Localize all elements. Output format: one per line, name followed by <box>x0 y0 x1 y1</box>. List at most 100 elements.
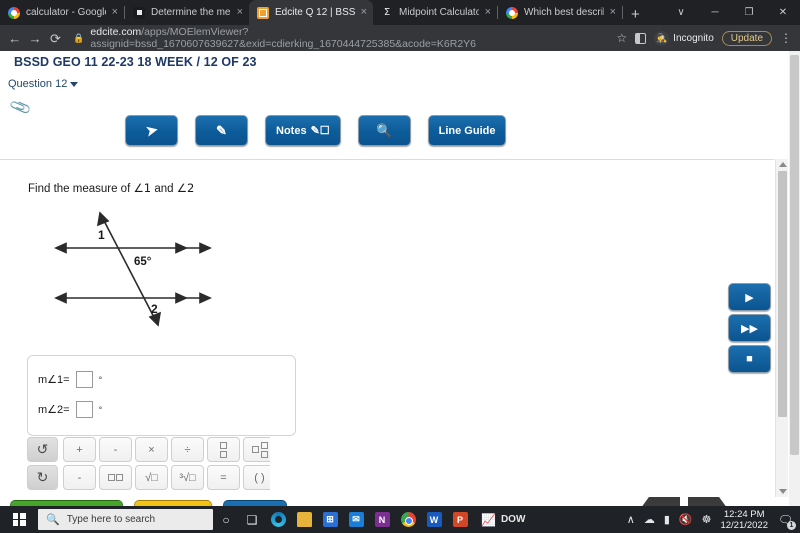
answer-input-1[interactable] <box>75 371 93 388</box>
inner-scrollbar-thumb[interactable] <box>778 171 787 417</box>
line-guide-button[interactable]: Line Guide <box>427 115 507 146</box>
stop-icon[interactable]: ■ <box>728 345 771 373</box>
browser-tab-5[interactable]: Which best describes t × <box>498 0 622 25</box>
notes-button[interactable]: Notes ✎☐ <box>265 115 341 146</box>
window-close-icon[interactable]: ✕ <box>766 0 800 25</box>
browser-menu-icon[interactable]: ⋮ <box>780 32 792 44</box>
page-scrollbar[interactable] <box>789 51 800 506</box>
stock-widget[interactable]: 📈 DOW <box>481 513 525 527</box>
screen: calculator - Google Se × Determine the m… <box>0 0 800 533</box>
answer-input-2[interactable] <box>75 401 93 418</box>
close-icon[interactable]: × <box>485 7 491 18</box>
address-bar[interactable]: 🔒 edcite.com/apps/MOElemViewer?assignid=… <box>69 26 609 50</box>
pointer-tool-button[interactable]: ➤ <box>125 115 178 146</box>
show-hidden-icons[interactable]: ∧ <box>627 513 635 526</box>
reload-icon[interactable]: ⟳ <box>49 32 62 45</box>
question-selector[interactable]: Question 12 <box>8 78 79 90</box>
prompt-text-before: Find the measure of <box>28 183 134 195</box>
key-plus[interactable]: + <box>63 437 96 462</box>
parallel-mark-top <box>175 242 188 254</box>
inner-scrollbar[interactable] <box>775 159 788 497</box>
arrowhead-right-top <box>199 242 212 254</box>
mail-icon[interactable]: ✉ <box>343 506 369 533</box>
side-panel-icon[interactable] <box>635 32 647 44</box>
new-tab-button[interactable]: + <box>623 7 648 25</box>
math-keypad: ↺ ↻ + - × ÷ - √□ ³√□ = () <box>27 437 270 493</box>
google-icon <box>8 6 20 19</box>
search-tabs-icon[interactable]: ∨ <box>664 0 698 25</box>
arrowhead-right-bottom <box>199 292 212 304</box>
scroll-up-icon[interactable] <box>779 162 787 167</box>
incognito-label: Incognito <box>673 32 714 44</box>
key-equals[interactable]: = <box>207 465 240 490</box>
key-exponent-icon[interactable] <box>99 465 132 490</box>
powerpoint-icon[interactable]: P <box>447 506 473 533</box>
next-button[interactable]: Next <box>688 497 730 506</box>
page-scrollbar-thumb[interactable] <box>790 55 799 455</box>
chrome-icon[interactable] <box>395 506 421 533</box>
forward-icon[interactable]: → <box>28 32 42 45</box>
file-explorer-icon[interactable] <box>291 506 317 533</box>
search-icon: 🔍 <box>46 514 60 526</box>
play-icon[interactable]: ▶ <box>728 283 771 311</box>
close-icon[interactable]: × <box>237 7 243 18</box>
browser-tab-2[interactable]: Determine the measur × <box>125 0 249 25</box>
question-prompt: Find the measure of ∠1 and ∠2 <box>28 181 194 195</box>
minimize-icon[interactable]: ─ <box>698 0 732 25</box>
line-guide-label: Line Guide <box>438 124 496 137</box>
redo-button[interactable]: ↻ <box>27 465 58 490</box>
given-angle-label: 65° <box>134 256 152 268</box>
notes-edit-icon: ✎☐ <box>310 125 330 137</box>
tab-title: Midpoint Calculator <box>399 7 479 18</box>
browser-omnibox-bar: ← → ⟳ 🔒 edcite.com/apps/MOElemViewer?ass… <box>0 25 800 51</box>
keypad-history-column: ↺ ↻ <box>27 437 58 493</box>
clock[interactable]: 12:24 PM 12/21/2022 <box>720 509 768 531</box>
back-button[interactable]: Back <box>638 497 680 506</box>
key-parentheses[interactable]: ( ) <box>243 465 270 490</box>
start-button[interactable] <box>0 506 38 533</box>
arrowhead-left-bottom <box>54 292 67 304</box>
battery-icon[interactable]: ▮ <box>664 513 670 526</box>
scroll-down-icon[interactable] <box>779 489 787 494</box>
arrowhead-transversal-top <box>96 211 110 227</box>
onenote-icon[interactable]: N <box>369 506 395 533</box>
update-button[interactable]: Update <box>721 30 773 46</box>
undo-button[interactable]: ↺ <box>27 437 58 462</box>
volume-icon[interactable]: 🔇 <box>679 513 693 526</box>
bluetooth-icon[interactable]: ☸ <box>702 513 712 526</box>
cortana-icon[interactable]: ○ <box>213 506 239 533</box>
back-icon[interactable]: ← <box>8 32 21 45</box>
close-icon[interactable]: × <box>361 7 367 18</box>
browser-tab-1[interactable]: calculator - Google Se × <box>0 0 124 25</box>
notification-icon[interactable]: 🗨 1 <box>777 511 796 530</box>
fast-forward-icon[interactable]: ▶▶ <box>728 314 771 342</box>
close-icon[interactable]: × <box>112 7 118 18</box>
close-icon[interactable]: × <box>610 7 616 18</box>
zoom-tool-button[interactable]: 🔍 <box>357 115 411 146</box>
incognito-badge[interactable]: 🕵 Incognito <box>654 30 714 46</box>
notification-count: 1 <box>787 521 796 530</box>
key-cube-root[interactable]: ³√□ <box>171 465 204 490</box>
page-title: BSSD GEO 11 22-23 18 WEEK / 12 OF 23 <box>14 55 257 69</box>
key-divide[interactable]: ÷ <box>171 437 204 462</box>
browser-tab-4[interactable]: Σ Midpoint Calculator × <box>373 0 497 25</box>
bookmark-star-icon[interactable]: ☆ <box>616 31 627 45</box>
key-multiply[interactable]: × <box>135 437 168 462</box>
clock-time: 12:24 PM <box>723 508 765 520</box>
word-icon[interactable]: W <box>421 506 447 533</box>
maximize-icon[interactable]: ❐ <box>732 0 766 25</box>
tab-title: Determine the measur <box>151 7 231 18</box>
highlighter-tool-button[interactable]: ✎ <box>195 115 248 146</box>
key-negative[interactable]: - <box>63 465 96 490</box>
microsoft-store-icon[interactable]: ⊞ <box>317 506 343 533</box>
key-minus[interactable]: - <box>99 437 132 462</box>
task-view-icon[interactable]: ❑ <box>239 506 265 533</box>
search-input[interactable]: 🔍 Type here to search <box>38 509 213 530</box>
key-fraction-icon[interactable] <box>207 437 240 462</box>
key-mixed-number-icon[interactable] <box>243 437 270 462</box>
key-square-root[interactable]: √□ <box>135 465 168 490</box>
browser-tab-3-active[interactable]: Edcite Q 12 | BSSD GE × <box>249 0 373 25</box>
paperclip-icon[interactable]: 📎 <box>8 95 33 119</box>
edge-icon[interactable] <box>265 506 291 533</box>
onedrive-icon[interactable]: ☁ <box>644 513 655 526</box>
